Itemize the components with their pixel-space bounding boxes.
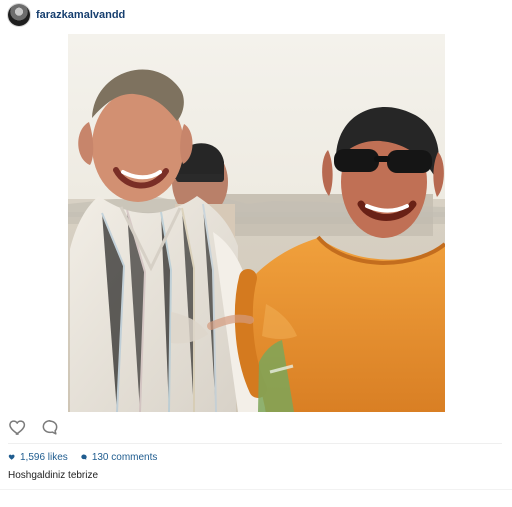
username-label[interactable]: farazkamalvandd (36, 9, 125, 21)
likes-count: 1,596 likes (20, 451, 68, 463)
heart-icon[interactable] (8, 417, 28, 437)
post-header: farazkamalvandd (0, 0, 512, 32)
post-actions (8, 417, 108, 437)
avatar[interactable] (8, 4, 30, 26)
post-photo[interactable] (68, 34, 445, 412)
comments-count: 130 comments (91, 451, 158, 463)
engagement-stats: 1,596 likes 130 comments (8, 450, 308, 464)
actions-divider (8, 443, 502, 444)
post-caption: Hoshgaldiniz tebrize (8, 470, 99, 481)
comment-icon[interactable] (40, 417, 60, 437)
small-comment-icon (81, 454, 87, 460)
bottom-divider (0, 489, 512, 490)
photo-illustration (68, 34, 445, 412)
small-heart-icon (8, 454, 15, 460)
likes-stat[interactable]: 1,596 likes (8, 452, 68, 463)
comments-stat[interactable]: 130 comments (80, 451, 158, 463)
